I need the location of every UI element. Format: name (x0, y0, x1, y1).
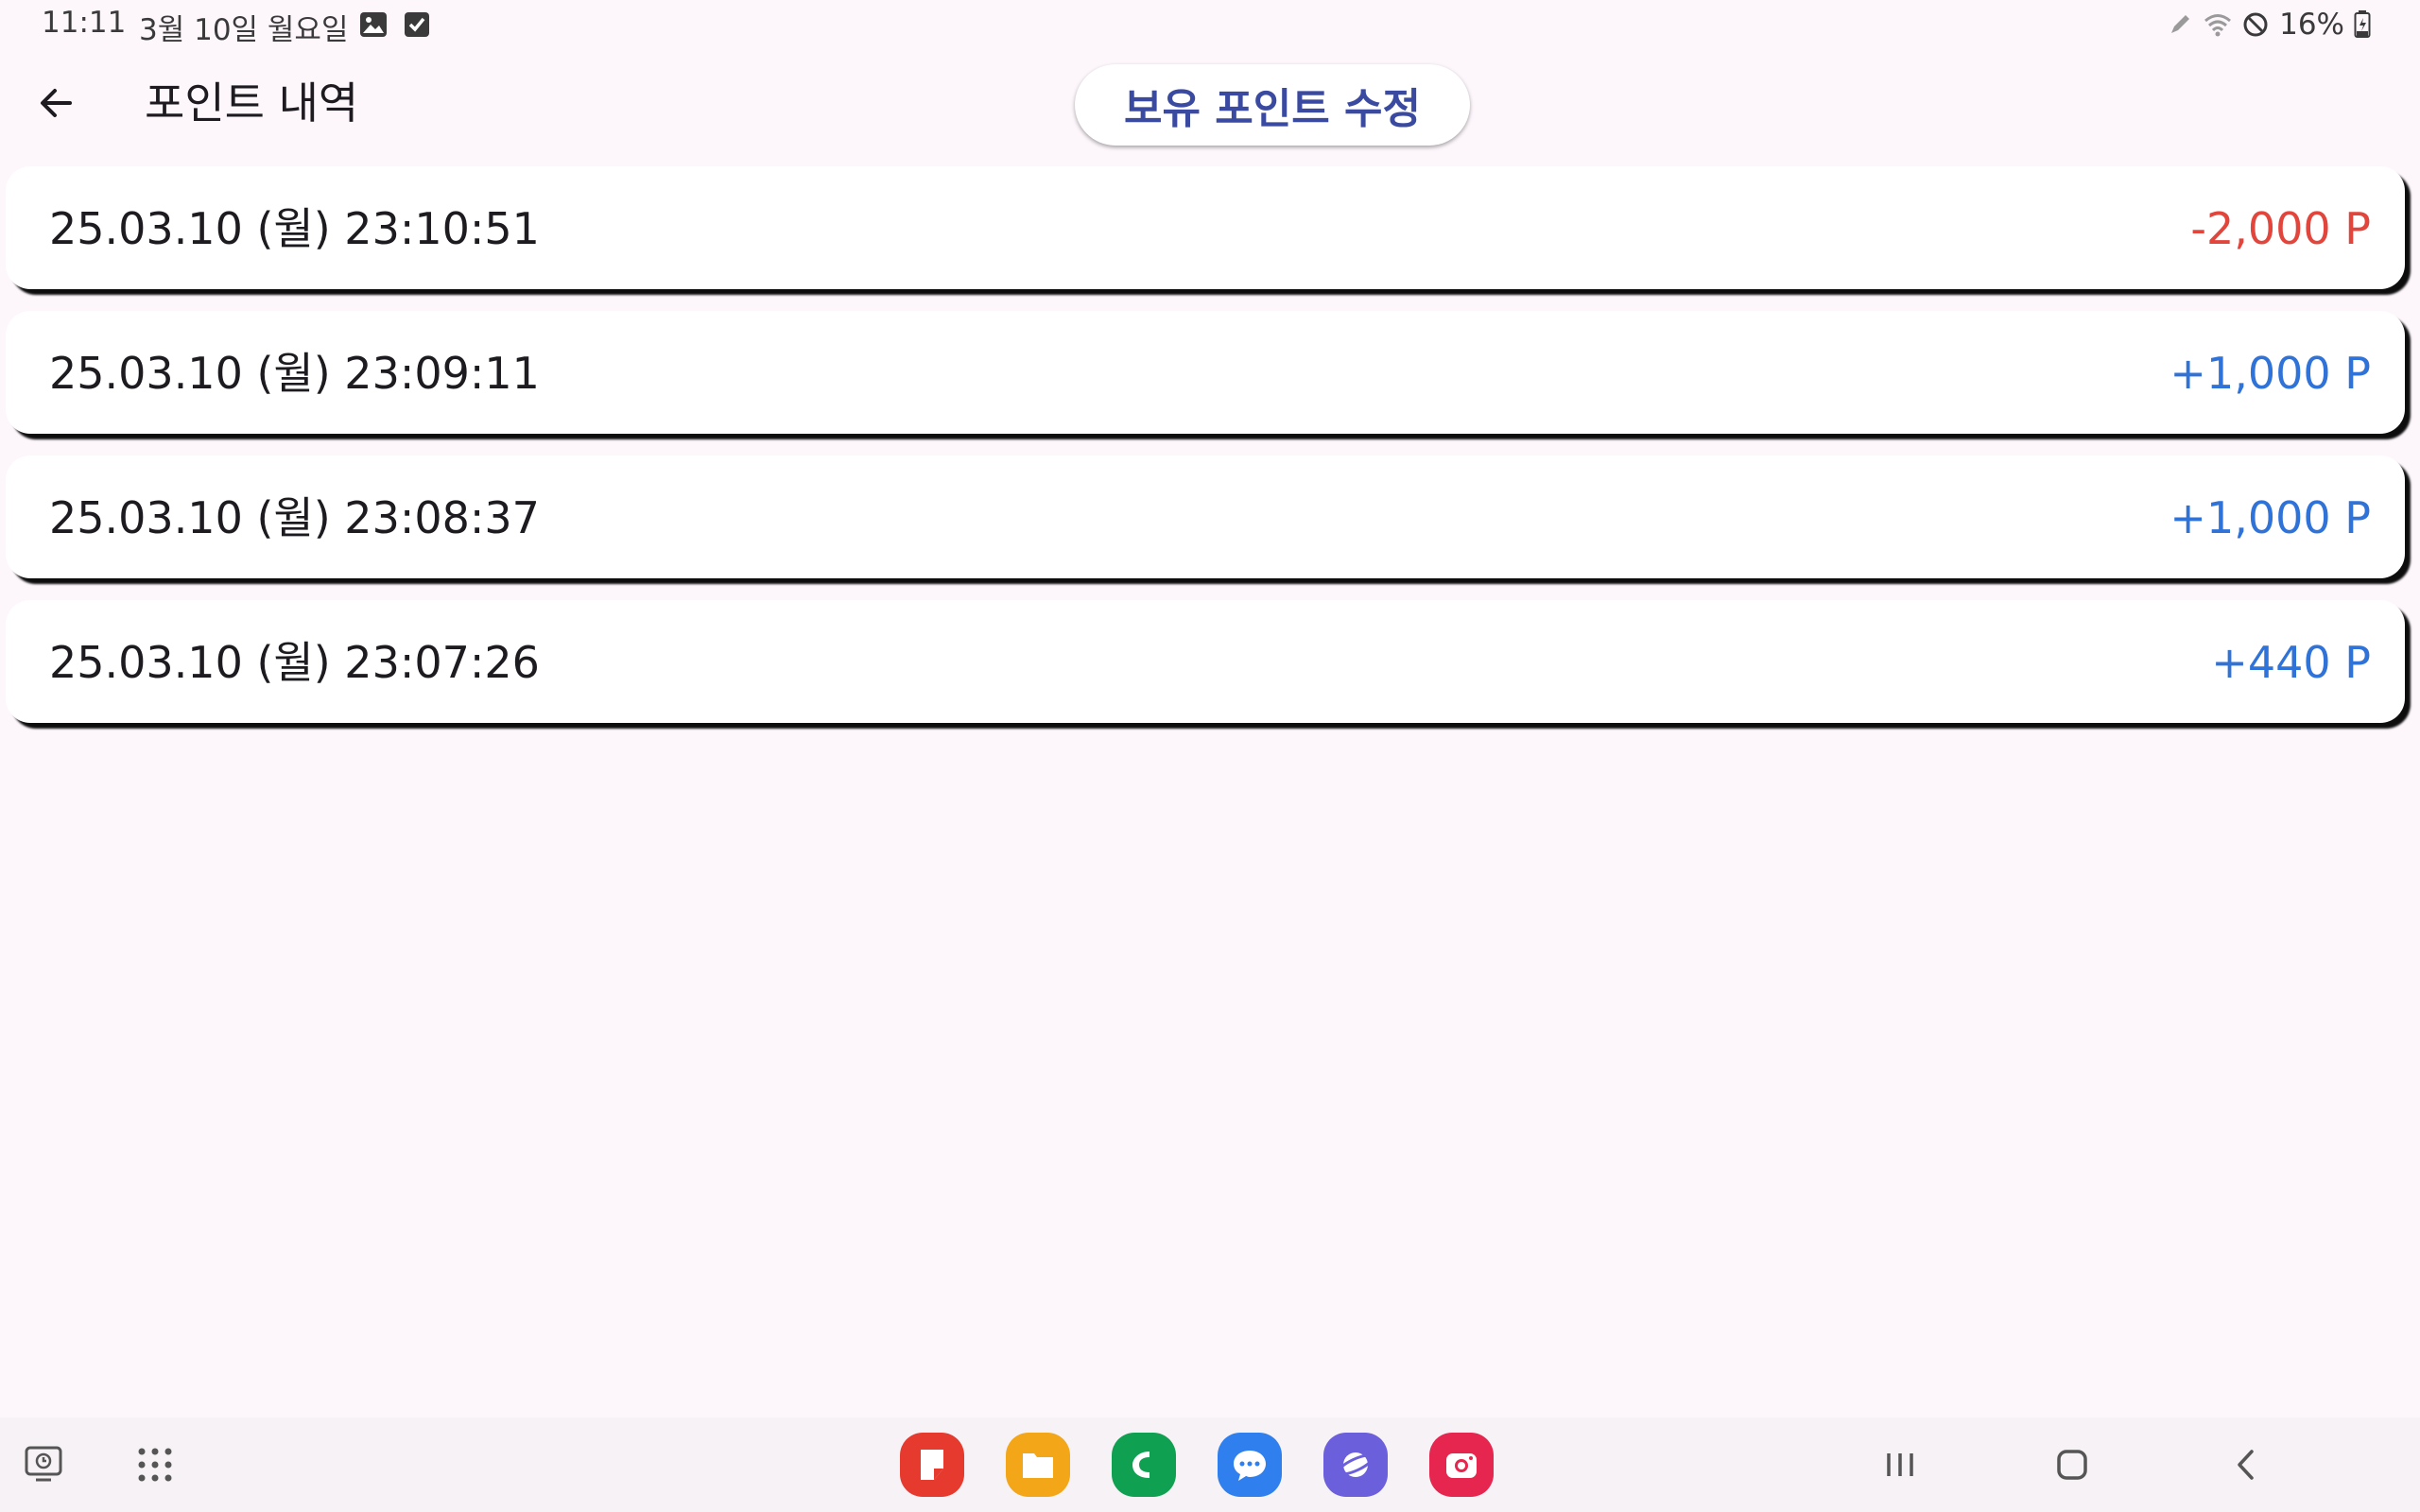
history-points: +440 P (2211, 637, 2371, 688)
chevron-left-icon (2238, 1450, 2254, 1480)
app-bar: 포인트 내역 보유 포인트 수정 (0, 49, 2420, 163)
notification-icons (359, 10, 431, 39)
camera-app-icon[interactable] (1429, 1433, 1494, 1497)
app-dock (900, 1433, 1494, 1497)
history-item[interactable]: 25.03.10 (월) 23:07:26 +440 P (6, 600, 2405, 723)
edit-points-button[interactable]: 보유 포인트 수정 (1075, 64, 1470, 146)
checkbox-icon (403, 10, 431, 39)
screen: 11:11 3월 10일 월요일 16% 포인트 내역 보유 포인트 수정 25… (0, 0, 2420, 1512)
history-datetime: 25.03.10 (월) 23:09:11 (49, 348, 540, 399)
home-icon (2057, 1450, 2087, 1480)
history-points: +1,000 P (2169, 348, 2371, 399)
gallery-icon (359, 10, 388, 39)
taskbar (0, 1418, 2420, 1512)
nav-recents-button[interactable] (1877, 1442, 1923, 1487)
status-bar: 11:11 3월 10일 월요일 16% (0, 0, 2420, 49)
history-datetime: 25.03.10 (월) 23:08:37 (49, 492, 540, 543)
phone-app-icon[interactable] (1112, 1433, 1176, 1497)
notes-app-icon[interactable] (900, 1433, 964, 1497)
history-datetime: 25.03.10 (월) 23:07:26 (49, 637, 540, 688)
wifi-icon (2204, 10, 2232, 39)
history-item[interactable]: 25.03.10 (월) 23:08:37 +1,000 P (6, 455, 2405, 578)
internet-app-icon[interactable] (1323, 1433, 1388, 1497)
status-time: 11:11 (42, 6, 127, 40)
history-datetime: 25.03.10 (월) 23:10:51 (49, 203, 540, 254)
nav-home-button[interactable] (2049, 1442, 2095, 1487)
history-points: +1,000 P (2169, 492, 2371, 543)
my-files-app-icon[interactable] (1006, 1433, 1070, 1497)
recent-apps-icon (25, 1446, 62, 1482)
history-points: -2,000 P (2190, 203, 2371, 254)
nav-back-button[interactable] (2223, 1442, 2269, 1487)
back-button[interactable] (28, 75, 85, 131)
page-title: 포인트 내역 (145, 77, 359, 129)
arrow-back-icon (41, 89, 72, 117)
history-item[interactable]: 25.03.10 (월) 23:10:51 -2,000 P (6, 166, 2405, 289)
do-not-disturb-icon (2241, 10, 2270, 39)
battery-icon (2354, 10, 2382, 39)
history-item[interactable]: 25.03.10 (월) 23:09:11 +1,000 P (6, 311, 2405, 434)
messages-app-icon[interactable] (1218, 1433, 1282, 1497)
app-drawer-button[interactable] (132, 1442, 178, 1487)
recent-apps-panel-button[interactable] (23, 1442, 68, 1487)
system-status-icons: 16% (2166, 6, 2382, 43)
app-grid-icon (138, 1448, 172, 1482)
battery-percentage: 16% (2279, 8, 2344, 42)
pen-icon (2166, 10, 2194, 39)
recents-icon (1887, 1453, 1913, 1476)
status-date: 3월 10일 월요일 (139, 13, 349, 47)
